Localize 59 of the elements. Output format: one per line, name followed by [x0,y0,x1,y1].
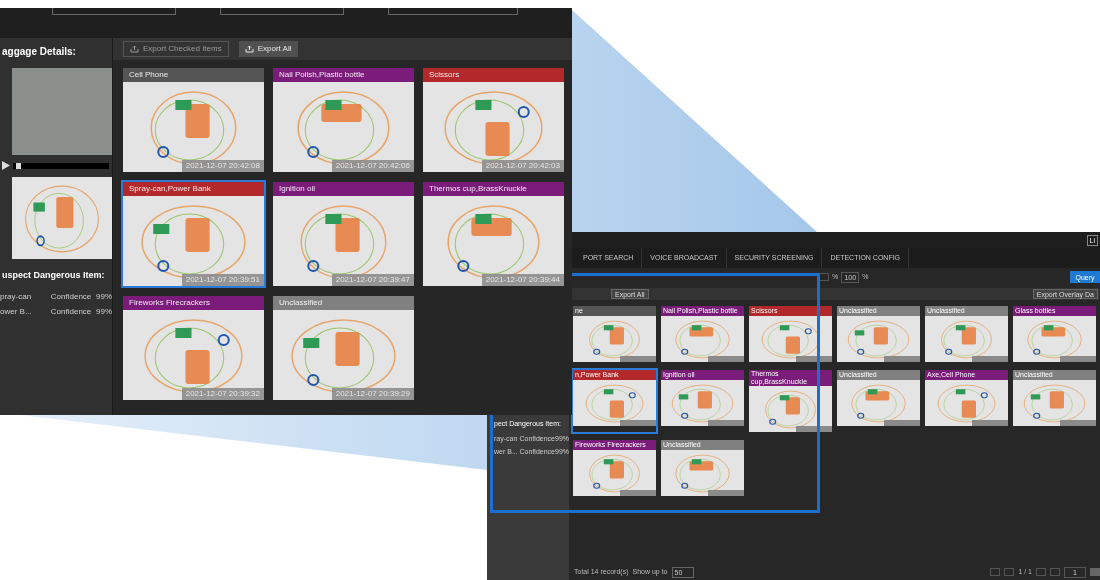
card-title: Fireworks Firecrackers [129,299,210,307]
confidence-label: Confidence [50,290,93,303]
timestamp-bar [972,420,1008,426]
timestamp-bar [620,420,656,426]
timestamp-bar [708,490,744,496]
timestamp-bar [1060,420,1096,426]
timestamp: 2021-12-07 20:42:06 [331,160,414,172]
export-button[interactable]: Export All [238,41,298,57]
timestamp: 2021-12-07 20:39:32 [181,388,264,400]
next-page-button[interactable] [1036,568,1046,576]
progress-thumb[interactable] [15,162,21,169]
timestamp-bar [796,426,832,432]
timestamp: 2021-12-07 20:42:08 [181,160,264,172]
filter-field[interactable] [388,8,518,15]
scan-card[interactable]: Ignition oil 2021-12-07 20:39:47 [273,182,414,286]
filter-field[interactable] [220,8,344,15]
scan-card[interactable]: Nail Polish,Plastic bottle 2021-12-07 20:42:06 [273,68,414,172]
timestamp: 2021-12-07 20:39:44 [481,274,564,286]
suspect-name: pray-can [0,290,33,303]
scan-card[interactable]: Cell Phone 2021-12-07 20:42:08 [123,68,264,172]
card-title: Cell Phone [129,71,169,79]
confidence-label: Confidence [50,305,93,318]
timestamp-bar [884,420,920,426]
timestamp-bar [796,356,832,362]
card-title: Scissors [429,71,460,79]
timestamp: 2021-12-07 20:42:03 [481,160,564,172]
confidence-min-field[interactable] [817,273,829,281]
confidence-value: 99% [96,305,112,318]
timestamp: 2021-12-07 20:39:47 [331,274,414,286]
scan-card[interactable]: Fireworks Firecrackers 2021-12-07 20:39:32 [123,296,264,400]
timestamp-bar [620,490,656,496]
last-page-button[interactable] [1050,568,1060,576]
card-title: Thermos cup,BrassKnuckle [429,185,527,193]
card-title: Spray-can,Power Bank [129,185,211,193]
filter-field[interactable] [52,8,176,15]
timestamp: 2021-12-07 20:39:51 [181,274,264,286]
timestamp-bar [972,356,1008,362]
timestamp-bar [708,356,744,362]
timestamp-bar [884,356,920,362]
export-icon [244,45,254,53]
section-title: uspect Dangerous Item: [2,269,106,282]
scan-card[interactable]: Thermos cup,BrassKnuckle 2021-12-07 20:39:44 [423,182,564,286]
timestamp-bar [620,356,656,362]
card-title: Nail Polish,Plastic bottle [279,71,365,79]
timestamp-bar [1060,356,1096,362]
play-icon[interactable] [2,161,10,170]
prev-page-button[interactable] [1004,568,1015,576]
confidence-value: 99% [96,290,112,303]
scan-card[interactable]: Unclassified 2021-12-07 20:39:29 [273,296,414,400]
export-icon [130,45,139,53]
timestamp: 2021-12-07 20:39:29 [331,388,414,400]
section-title: aggage Details: [2,45,77,59]
first-page-button[interactable] [990,568,1001,576]
scan-card[interactable]: Spray-can,Power Bank 2021-12-07 20:39:51 [123,182,264,286]
suspect-name: ower B... [0,305,33,318]
scan-card[interactable]: Scissors 2021-12-07 20:42:03 [423,68,564,172]
card-title: Unclassified [279,299,323,307]
card-title: Ignition oil [279,185,316,193]
timestamp-bar [708,420,744,426]
